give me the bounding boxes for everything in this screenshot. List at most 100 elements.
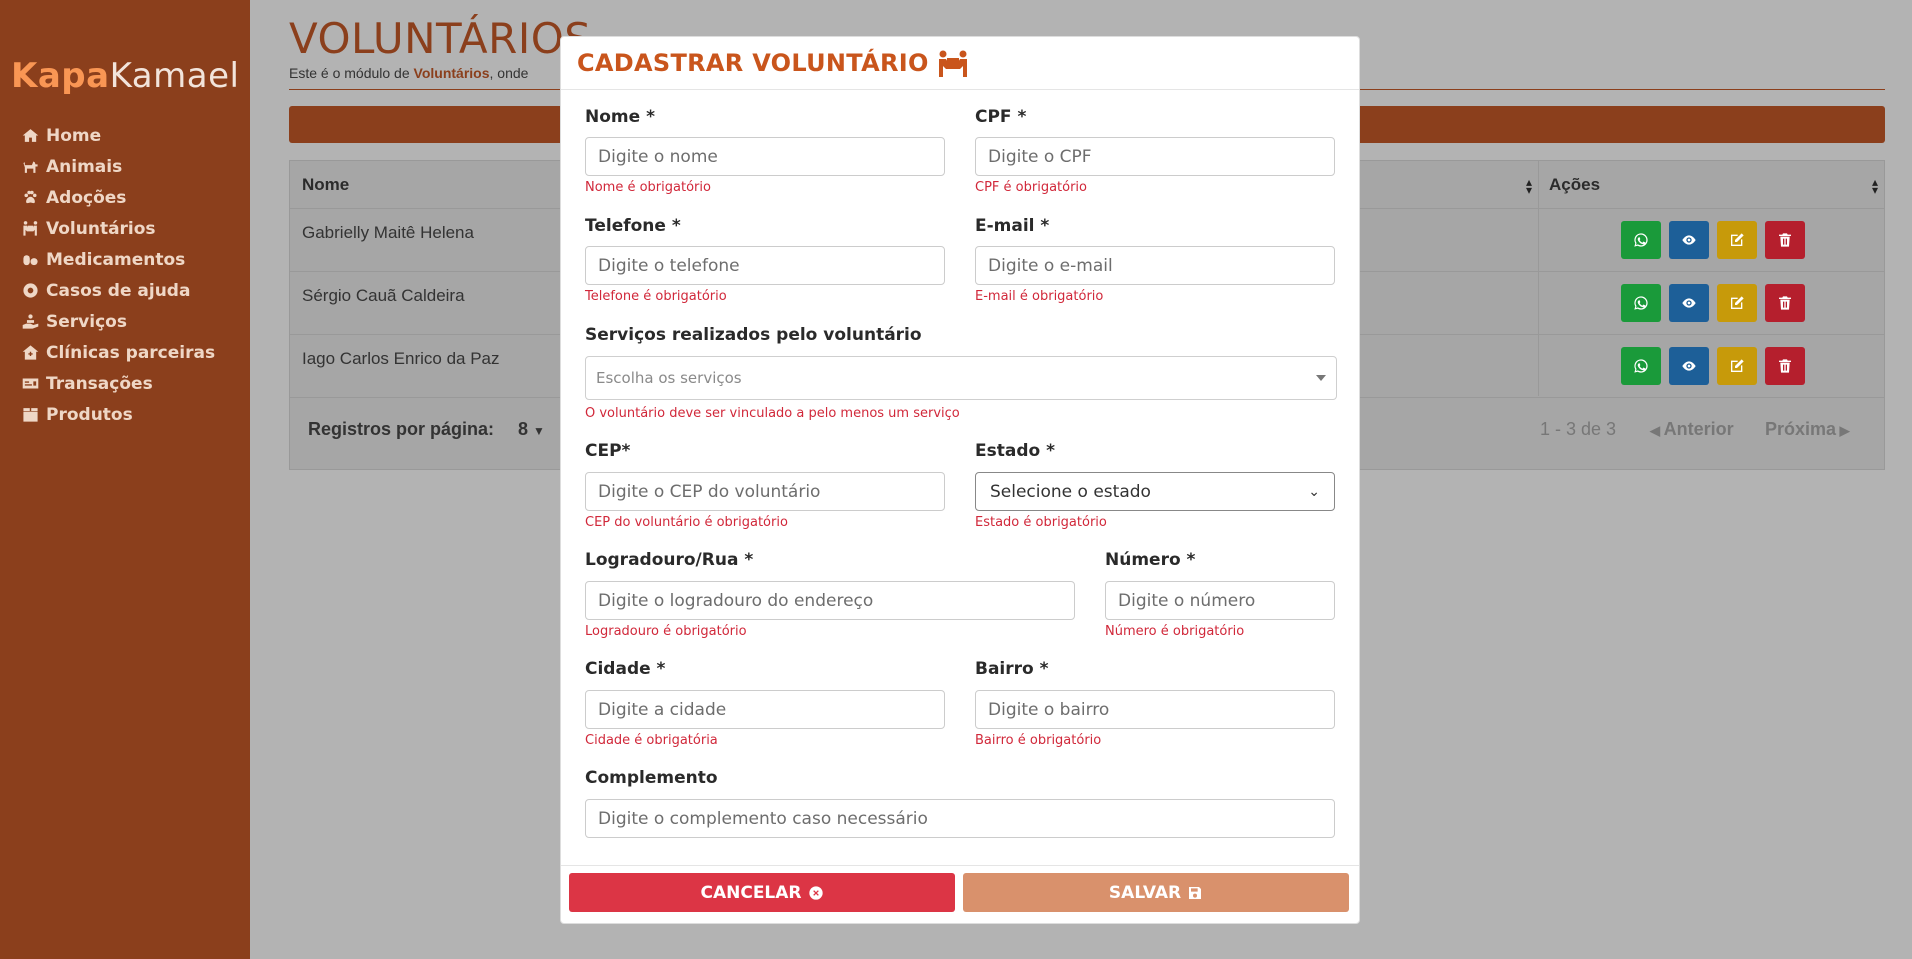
prev-page-button[interactable]: ◀ Anterior [1650,419,1734,440]
eye-icon [1682,361,1696,371]
header-nome[interactable]: Nome [302,161,349,209]
whatsapp-button[interactable] [1621,347,1661,385]
edit-button[interactable] [1717,284,1757,322]
sidebar-item-animais[interactable]: Animais [20,151,215,182]
prev-label: Anterior [1663,419,1734,439]
rows-per-page-select[interactable]: 8 ▼ [518,419,545,440]
sidebar-item-label: Adoções [46,187,127,208]
times-circle-icon [808,885,823,900]
complemento-input[interactable] [585,799,1335,838]
view-button[interactable] [1669,284,1709,322]
cidade-input[interactable] [585,690,945,729]
page-range: 1 - 3 de 3 [1540,419,1617,439]
cancel-button[interactable]: CANCELAR [569,873,955,912]
row-actions [1621,284,1805,322]
chevron-down-icon [1316,375,1326,381]
sidebar-item-label: Transações [46,373,153,394]
box-icon [20,405,40,425]
cpf-input[interactable] [975,137,1335,176]
page-title: VOLUNTÁRIOS [289,14,592,63]
edit-button[interactable] [1717,221,1757,259]
rows-per-page-value: 8 [518,419,529,439]
trash-icon [1779,233,1791,247]
sidebar-item-label: Serviços [46,311,127,332]
nome-error: Nome é obrigatório [585,180,711,195]
modal-title: CADASTRAR VOLUNTÁRIO [577,49,929,77]
chevron-right-icon: ▶ [1836,423,1850,438]
sort-icon[interactable]: ▴ ▾ [1872,176,1878,196]
whatsapp-button[interactable] [1621,221,1661,259]
sidebar-item-home[interactable]: Home [20,120,215,151]
dog-icon [20,157,40,177]
save-button[interactable]: SALVAR [963,873,1349,912]
numero-input[interactable] [1105,581,1335,620]
nome-label: Nome * [585,107,655,127]
cep-input[interactable] [585,472,945,511]
trash-icon [1779,359,1791,373]
delete-button[interactable] [1765,347,1805,385]
subtitle-pre: Este é o módulo de [289,65,414,81]
next-page-button[interactable]: Próxima ▶ [1765,419,1850,440]
sidebar-item-label: Medicamentos [46,249,186,270]
sidebar: KapaKamael Home Animais Adoções Voluntár… [0,0,250,959]
estado-error: Estado é obrigatório [975,515,1107,530]
sidebar-item-label: Casos de ajuda [46,280,191,301]
sidebar-item-medicamentos[interactable]: Medicamentos [20,244,215,275]
chevron-down-icon: ▼ [533,424,545,438]
nome-input[interactable] [585,137,945,176]
people-carry-icon [20,219,40,239]
bairro-input[interactable] [975,690,1335,729]
delete-button[interactable] [1765,221,1805,259]
bairro-error: Bairro é obrigatório [975,733,1102,748]
sidebar-item-produtos[interactable]: Produtos [20,399,215,430]
sidebar-item-adocoes[interactable]: Adoções [20,182,215,213]
page-subtitle: Este é o módulo de Voluntários, onde [289,65,528,81]
brand-logo[interactable]: KapaKamael [11,56,239,96]
sidebar-item-transacoes[interactable]: Transações [20,368,215,399]
sidebar-item-clinicas[interactable]: Clínicas parceiras [20,337,215,368]
row-name: Iago Carlos Enrico da Paz [302,349,500,368]
sidebar-item-casos-ajuda[interactable]: Casos de ajuda [20,275,215,306]
subtitle-post: , onde [489,65,529,81]
trash-icon [1779,296,1791,310]
telefone-label: Telefone * [585,216,681,236]
whatsapp-icon [1634,359,1648,373]
cpf-label: CPF * [975,107,1027,127]
estado-select[interactable]: Selecione o estado ⌄ [975,472,1335,511]
servicos-multiselect[interactable]: Escolha os serviços [585,356,1337,400]
row-actions [1621,221,1805,259]
view-button[interactable] [1669,347,1709,385]
edit-button[interactable] [1717,347,1757,385]
sidebar-item-label: Produtos [46,404,133,425]
whatsapp-button[interactable] [1621,284,1661,322]
brand-part1: Kapa [11,56,110,96]
paw-icon [20,188,40,208]
sidebar-item-voluntarios[interactable]: Voluntários [20,213,215,244]
sidebar-item-label: Clínicas parceiras [46,342,216,363]
header-acoes[interactable]: Ações [1549,161,1600,209]
email-input[interactable] [975,246,1335,285]
row-name: Gabrielly Maitê Helena [302,223,474,242]
numero-error: Número é obrigatório [1105,624,1245,639]
sidebar-item-label: Animais [46,156,123,177]
view-button[interactable] [1669,221,1709,259]
people-carry-icon [937,49,969,77]
whatsapp-icon [1634,296,1648,310]
delete-button[interactable] [1765,284,1805,322]
logradouro-input[interactable] [585,581,1075,620]
sort-icon[interactable]: ▴ ▾ [1526,176,1532,196]
servicos-placeholder: Escolha os serviços [596,369,742,387]
eye-icon [1682,235,1696,245]
logradouro-error: Logradouro é obrigatório [585,624,747,639]
clinic-icon [20,343,40,363]
telefone-input[interactable] [585,246,945,285]
cidade-error: Cidade é obrigatória [585,733,718,748]
telefone-error: Telefone é obrigatório [585,289,727,304]
complemento-label: Complemento [585,768,718,788]
next-label: Próxima [1765,419,1837,439]
email-error: E-mail é obrigatório [975,289,1104,304]
cadastrar-voluntario-modal: CADASTRAR VOLUNTÁRIO Nome * Nome é obrig… [560,36,1360,924]
sidebar-item-servicos[interactable]: Serviços [20,306,215,337]
edit-icon [1731,233,1744,246]
modal-footer: CANCELAR SALVAR [561,865,1359,923]
